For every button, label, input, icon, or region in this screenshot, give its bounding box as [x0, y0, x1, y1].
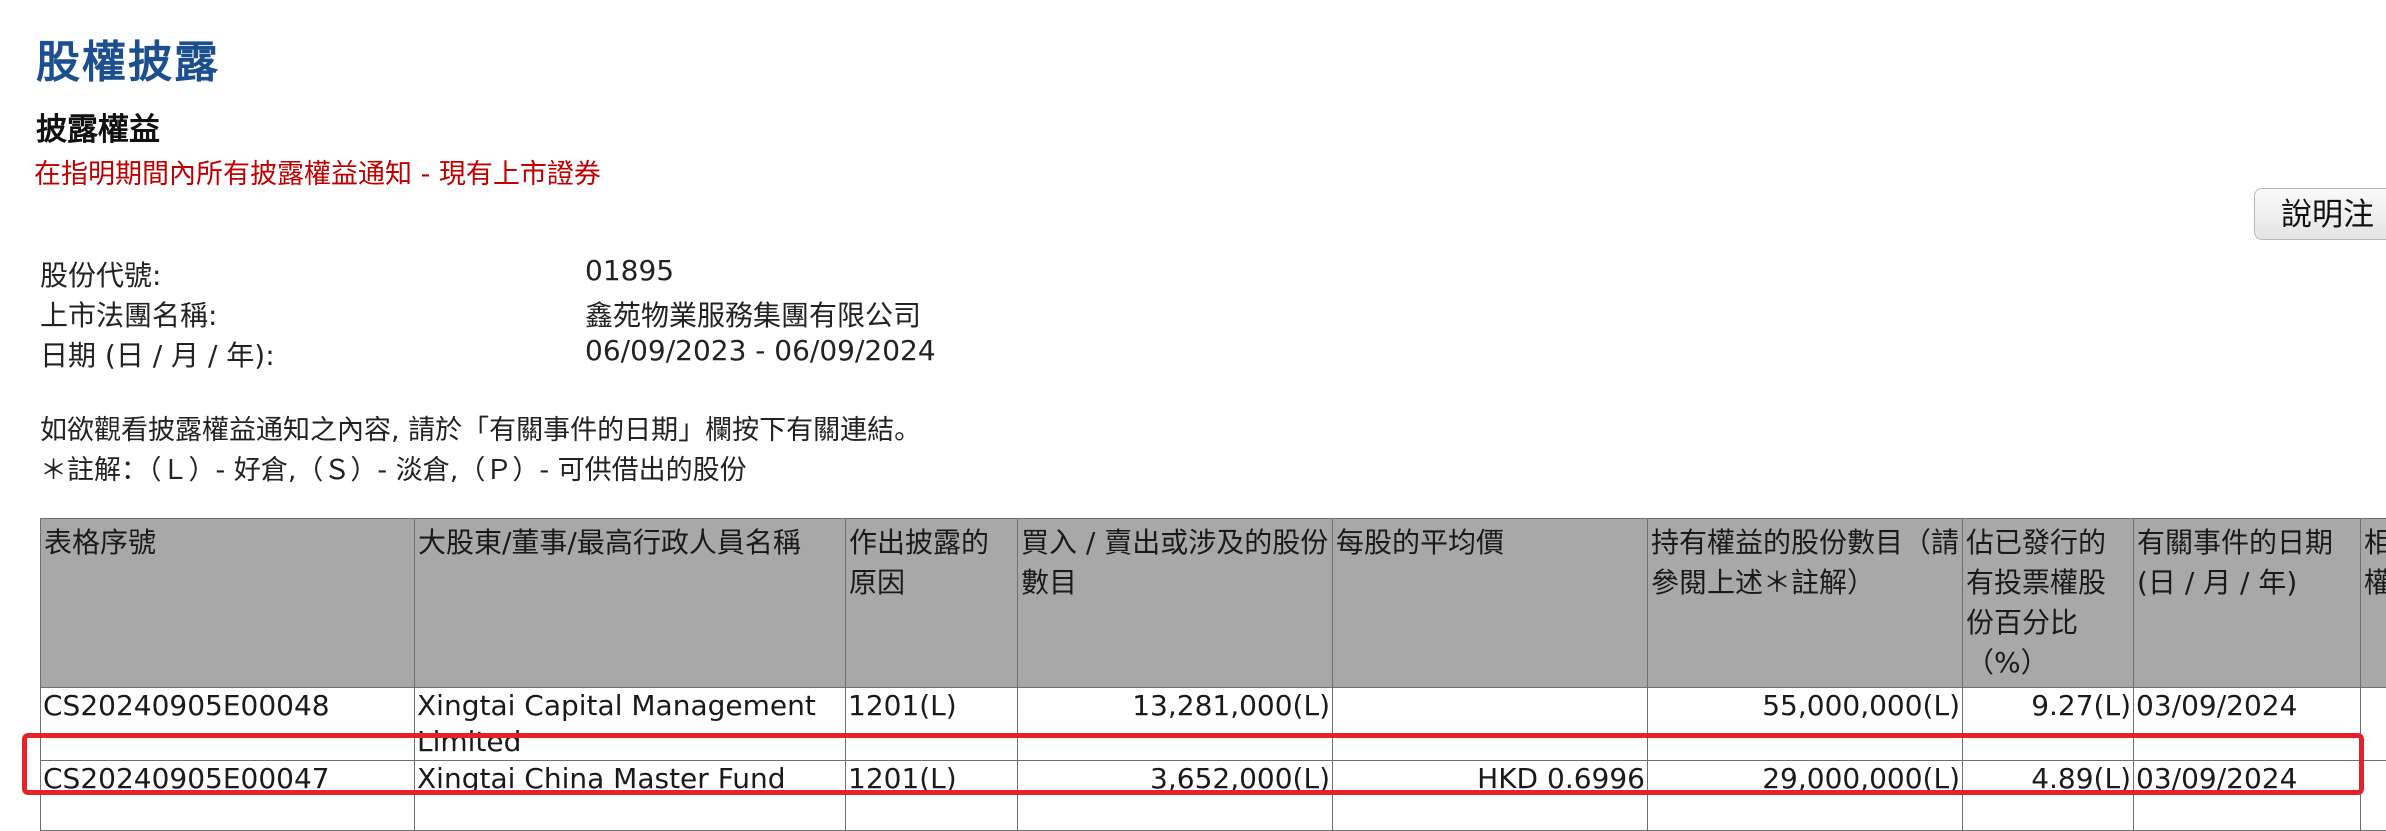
- header-form-no: 表格序號: [41, 519, 415, 688]
- section-title: 披露權益: [36, 104, 160, 149]
- cell-shares-traded: 3,652,000(L): [1018, 761, 1333, 831]
- cell-percent: 9.27(L): [1963, 688, 2134, 761]
- page-subtitle: 在指明期間內所有披露權益通知 - 現有上市證券: [34, 152, 601, 191]
- cell-avg-price: [1333, 688, 1648, 761]
- event-date-link[interactable]: 03/09/2024: [2136, 762, 2297, 795]
- header-related: 相關權: [2361, 519, 2386, 688]
- instruction-note: 如欲觀看披露權益通知之內容, 請於「有關事件的日期」欄按下有關連結。: [40, 408, 921, 447]
- cell-related: [2361, 761, 2386, 831]
- cell-related: [2361, 688, 2386, 761]
- help-notes-button[interactable]: 說明注: [2254, 188, 2386, 240]
- cell-shares-held: 55,000,000(L): [1648, 688, 1963, 761]
- page-title: 股權披露: [36, 26, 220, 90]
- table-row: CS20240905E00048 Xingtai Capital Managem…: [41, 688, 2386, 761]
- event-date-link[interactable]: 03/09/2024: [2136, 689, 2297, 722]
- header-holder-name: 大股東/董事/最高行政人員名稱: [415, 519, 846, 688]
- cell-holder-name: Xingtai China Master Fund: [415, 761, 846, 831]
- header-avg-price: 每股的平均價: [1333, 519, 1648, 688]
- cell-shares-traded: 13,281,000(L): [1018, 688, 1333, 761]
- header-reason: 作出披露的原因: [846, 519, 1018, 688]
- cell-event-date[interactable]: 03/09/2024: [2134, 761, 2361, 831]
- legend-note: ＊註解：（Ｌ）- 好倉,（Ｓ）- 淡倉,（Ｐ）- 可供借出的股份: [40, 448, 747, 487]
- disclosure-table: 表格序號 大股東/董事/最高行政人員名稱 作出披露的原因 買入 / 賣出或涉及的…: [40, 518, 2386, 831]
- cell-percent: 4.89(L): [1963, 761, 2134, 831]
- cell-event-date[interactable]: 03/09/2024: [2134, 688, 2361, 761]
- cell-holder-name: Xingtai Capital Management Limited: [415, 688, 846, 761]
- stock-code-value: 01895: [585, 254, 674, 287]
- corp-name-label: 上市法團名稱:: [40, 294, 217, 334]
- cell-form-no: CS20240905E00048: [41, 688, 415, 761]
- cell-reason: 1201(L): [846, 761, 1018, 831]
- header-percent: 佔已發行的有投票權股份百分比（%）: [1963, 519, 2134, 688]
- cell-shares-held: 29,000,000(L): [1648, 761, 1963, 831]
- date-range-value: 06/09/2023 - 06/09/2024: [585, 334, 936, 367]
- corp-name-value: 鑫苑物業服務集團有限公司: [585, 294, 921, 334]
- cell-form-no: CS20240905E00047: [41, 761, 415, 831]
- cell-reason: 1201(L): [846, 688, 1018, 761]
- header-shares-held: 持有權益的股份數目（請參閱上述＊註解）: [1648, 519, 1963, 688]
- table-row: CS20240905E00047 Xingtai China Master Fu…: [41, 761, 2386, 831]
- header-event-date: 有關事件的日期(日 / 月 / 年): [2134, 519, 2361, 688]
- header-shares-traded: 買入 / 賣出或涉及的股份數目: [1018, 519, 1333, 688]
- cell-avg-price: HKD 0.6996: [1333, 761, 1648, 831]
- date-range-label: 日期 (日 / 月 / 年):: [40, 334, 275, 374]
- table-header-row: 表格序號 大股東/董事/最高行政人員名稱 作出披露的原因 買入 / 賣出或涉及的…: [41, 519, 2386, 688]
- stock-code-label: 股份代號:: [40, 254, 161, 294]
